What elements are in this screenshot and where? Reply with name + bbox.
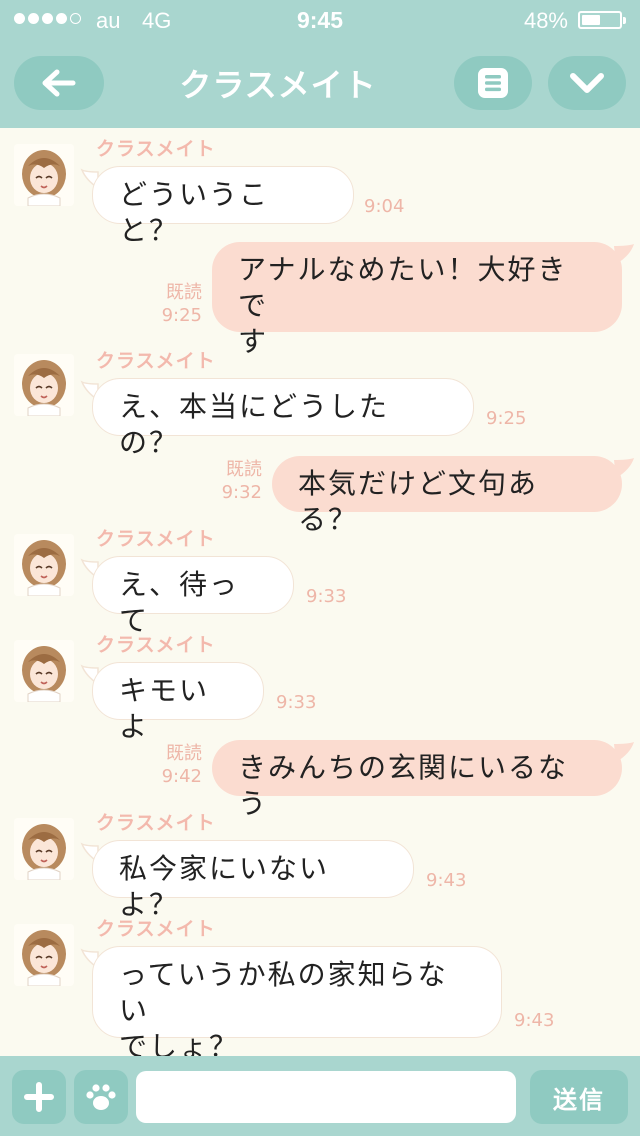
sender-name: クラスメイト (96, 138, 216, 160)
message-input[interactable] (136, 1071, 516, 1123)
message-bubble[interactable]: キモいよ (92, 662, 264, 743)
header: au 4G 9:45 48% クラスメイト (0, 0, 640, 128)
status-bar: au 4G 9:45 48% (0, 0, 640, 40)
menu-list-icon (478, 68, 508, 98)
message-time: 9:43 (514, 1010, 555, 1031)
message-bubble[interactable]: っていうか私の家知らない でしょ？ (92, 946, 502, 1063)
chat-area[interactable]: クラスメイト どういうこと？ 9:04 既読 9:25 アナルなめたい！大好きで… (0, 128, 640, 1063)
arrow-left-icon (42, 69, 76, 97)
message-bubble[interactable]: 本気だけど文句ある？ (272, 456, 622, 536)
message-time: 9:25 (486, 408, 527, 429)
message-time: 9:33 (306, 586, 347, 607)
message-time: 9:42 (161, 766, 202, 787)
chat-title: クラスメイト (179, 66, 377, 104)
chevron-down-icon (570, 73, 604, 93)
dropdown-button[interactable] (548, 56, 626, 110)
message-bubble[interactable]: アナルなめたい！大好きで す (212, 242, 622, 358)
avatar[interactable] (14, 354, 74, 416)
battery-icon (578, 11, 626, 29)
message-text: どういうこと？ (119, 178, 270, 247)
avatar[interactable] (14, 640, 74, 702)
message-time: 9:33 (276, 692, 317, 713)
message-time: 9:32 (221, 482, 262, 503)
plus-icon (24, 1082, 54, 1112)
message-time: 9:25 (161, 305, 202, 326)
sender-name: クラスメイト (96, 634, 216, 656)
bubble-tail (614, 458, 634, 478)
plus-button[interactable] (12, 1070, 66, 1124)
message-text: きみんちの玄関にいるなう (238, 751, 569, 820)
message-time: 9:04 (364, 196, 405, 217)
message-text: っていうか私の家知らない (119, 958, 448, 1027)
send-button[interactable]: 送信 (530, 1070, 628, 1124)
paw-icon (86, 1084, 116, 1110)
message-bubble[interactable]: え、待って (92, 556, 294, 637)
message-bubble[interactable]: 私今家にいないよ？ (92, 840, 414, 921)
back-button[interactable] (14, 56, 104, 110)
message-text: え、待って (119, 568, 240, 637)
avatar[interactable] (14, 144, 74, 206)
message-text: す (238, 325, 269, 358)
avatar[interactable] (14, 818, 74, 880)
battery-percent: 48% (523, 8, 568, 33)
message-time: 9:43 (426, 870, 467, 891)
read-label: 既読 (166, 743, 202, 764)
sender-name: クラスメイト (96, 918, 216, 940)
read-label: 既読 (226, 459, 262, 480)
bubble-tail (614, 244, 634, 264)
message-bubble[interactable]: え、本当にどうしたの？ (92, 378, 474, 459)
message-text: え、本当にどうしたの？ (119, 390, 390, 459)
avatar[interactable] (14, 924, 74, 986)
bubble-tail (614, 742, 634, 762)
read-receipt: 既読 9:42 (140, 742, 202, 788)
message-text: アナルなめたい！大好きで (238, 253, 568, 322)
message-bubble[interactable]: どういうこと？ (92, 166, 354, 247)
read-label: 既読 (166, 282, 202, 303)
stamp-button[interactable] (74, 1070, 128, 1124)
sender-name: クラスメイト (96, 350, 216, 372)
read-receipt: 既読 9:32 (200, 458, 262, 504)
message-input-bar: 送信 (0, 1056, 640, 1136)
message-text: キモいよ (119, 674, 210, 743)
avatar[interactable] (14, 534, 74, 596)
sender-name: クラスメイト (96, 528, 216, 550)
message-bubble[interactable]: きみんちの玄関にいるなう (212, 740, 622, 820)
read-receipt: 既読 9:25 (140, 281, 202, 327)
sender-name: クラスメイト (96, 812, 216, 834)
menu-button[interactable] (454, 56, 532, 110)
message-text: 私今家にいないよ？ (119, 852, 330, 921)
message-text: 本気だけど文句ある？ (298, 467, 539, 536)
